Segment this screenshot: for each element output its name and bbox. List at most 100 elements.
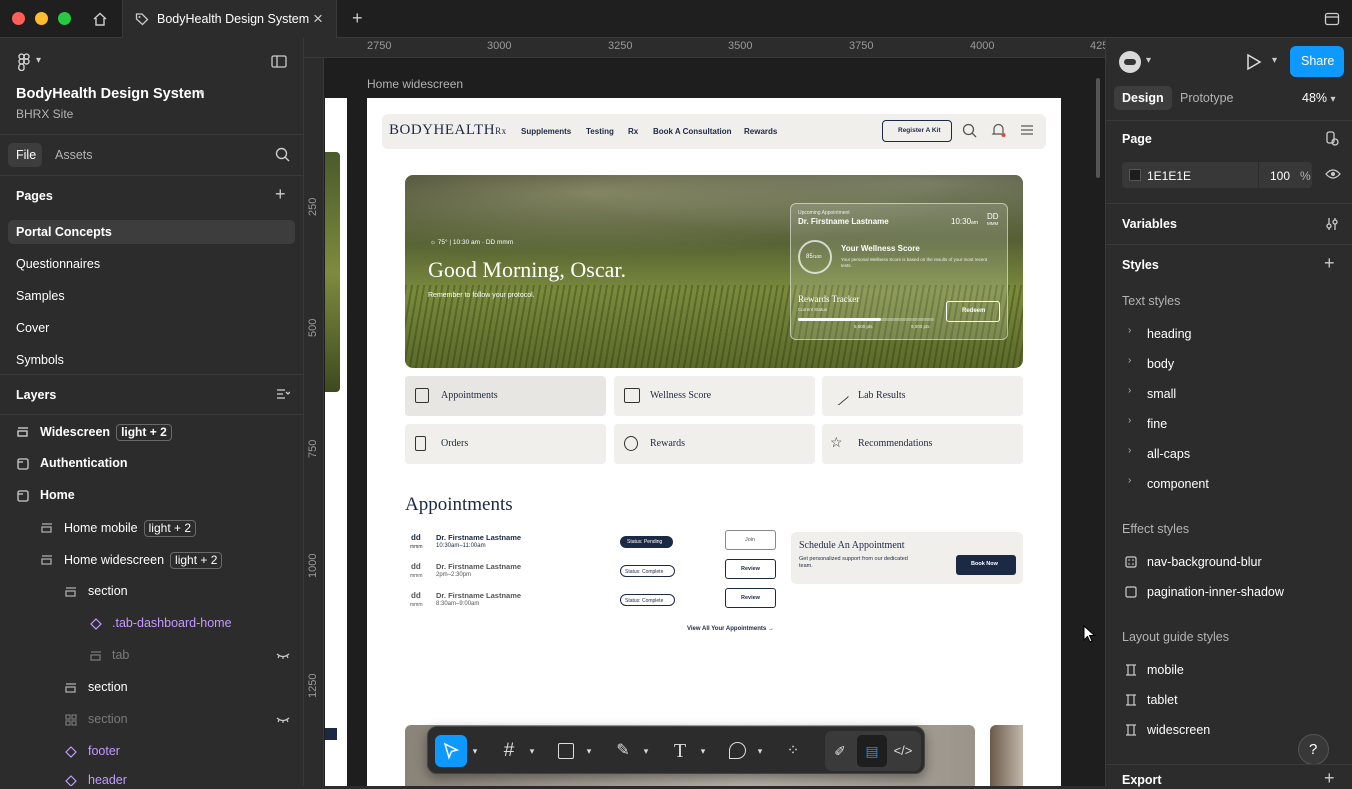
bell-icon[interactable] bbox=[991, 122, 1006, 138]
hidden-eye-icon[interactable] bbox=[276, 716, 290, 724]
move-tool-button[interactable] bbox=[435, 735, 467, 767]
text-style-body[interactable]: › body bbox=[1106, 350, 1352, 378]
text-style-heading[interactable]: › heading bbox=[1106, 320, 1352, 348]
mobile-frame[interactable] bbox=[325, 98, 347, 786]
page-item-symbols[interactable]: Symbols bbox=[16, 353, 64, 367]
actions-icon[interactable]: ⁘ bbox=[780, 735, 806, 767]
text-style-small[interactable]: › small bbox=[1106, 380, 1352, 408]
design-mode-icon[interactable]: ▤ bbox=[857, 735, 887, 767]
variables-icon[interactable] bbox=[1325, 217, 1339, 231]
layer-header[interactable]: header bbox=[0, 774, 304, 786]
file-tab[interactable]: BodyHealth Design System × bbox=[122, 0, 337, 38]
register-kit-button[interactable]: Register A Kit bbox=[882, 120, 952, 142]
page-opacity[interactable]: 100 bbox=[1270, 169, 1290, 183]
layer-widescreen[interactable]: Widescreen light + 2 bbox=[0, 422, 304, 444]
text-style-component[interactable]: › component bbox=[1106, 470, 1352, 498]
layer-home[interactable]: Home bbox=[0, 486, 304, 508]
review-button[interactable]: Review bbox=[725, 588, 776, 608]
page-item-samples[interactable]: Samples bbox=[16, 289, 65, 303]
tab-assets[interactable]: Assets bbox=[55, 148, 93, 162]
page-item-questionnaires[interactable]: Questionnaires bbox=[16, 257, 100, 271]
search-icon[interactable] bbox=[275, 147, 290, 162]
nav-book-consultation[interactable]: Book A Consultation bbox=[653, 127, 732, 136]
tile-appointments[interactable]: Appointments bbox=[405, 376, 606, 416]
tile-orders[interactable]: Orders bbox=[405, 424, 606, 464]
tile-lab-results[interactable]: Lab Results bbox=[822, 376, 1023, 416]
new-tab-icon[interactable]: + bbox=[352, 8, 363, 29]
text-style-all-caps[interactable]: › all-caps bbox=[1106, 440, 1352, 468]
draw-mode-icon[interactable]: ✐ bbox=[827, 735, 853, 767]
layer-tab-dashboard-home[interactable]: .tab-dashboard-home bbox=[0, 614, 304, 636]
page-item-portal-concepts[interactable]: Portal Concepts bbox=[8, 220, 295, 244]
tab-prototype[interactable]: Prototype bbox=[1180, 91, 1234, 105]
play-icon[interactable] bbox=[1246, 53, 1262, 71]
panel-toggle-icon[interactable] bbox=[271, 55, 287, 68]
text-tool-icon[interactable]: T bbox=[667, 735, 693, 767]
pen-tool-icon[interactable]: ✎ bbox=[610, 735, 636, 767]
page-color-field[interactable]: 1E1E1E 100 % bbox=[1122, 162, 1312, 188]
chevron-down-icon[interactable]: ▾ bbox=[470, 735, 480, 767]
share-button[interactable]: Share bbox=[1290, 46, 1344, 77]
redeem-button[interactable]: Redeem bbox=[946, 301, 1000, 322]
help-button[interactable]: ? bbox=[1298, 734, 1329, 765]
maximize-window-button[interactable] bbox=[58, 12, 71, 25]
chevron-down-icon[interactable]: ▾ bbox=[1146, 55, 1151, 66]
avatar[interactable] bbox=[1119, 51, 1141, 73]
nav-supplements[interactable]: Supplements bbox=[521, 127, 571, 136]
menu-icon[interactable] bbox=[1020, 125, 1034, 135]
frame-tool-icon[interactable]: # bbox=[496, 735, 522, 767]
sidebar-toggle-icon[interactable] bbox=[1324, 11, 1340, 27]
chevron-down-icon[interactable]: ▾ bbox=[36, 55, 41, 66]
layout-style-mobile[interactable]: mobile bbox=[1106, 656, 1352, 684]
tile-rewards[interactable]: Rewards bbox=[614, 424, 815, 464]
nav-rx[interactable]: Rx bbox=[628, 127, 638, 136]
file-name[interactable]: BodyHealth Design System bbox=[16, 86, 205, 102]
canvas[interactable]: 2750 3000 3250 3500 3750 4000 425 250 50… bbox=[304, 38, 1105, 786]
review-button[interactable]: Review bbox=[725, 559, 776, 579]
close-window-button[interactable] bbox=[12, 12, 25, 25]
chevron-down-icon[interactable]: ▾ bbox=[199, 88, 204, 99]
chevron-down-icon[interactable]: ▾ bbox=[584, 735, 594, 767]
add-style-icon[interactable]: + bbox=[1324, 253, 1335, 274]
chevron-down-icon[interactable]: ▾ bbox=[1272, 55, 1277, 66]
text-style-fine[interactable]: › fine bbox=[1106, 410, 1352, 438]
tab-file[interactable]: File bbox=[8, 143, 42, 167]
tile-wellness-score[interactable]: Wellness Score bbox=[614, 376, 815, 416]
eye-icon[interactable] bbox=[1325, 168, 1341, 180]
page-settings-icon[interactable] bbox=[1325, 131, 1339, 146]
layer-section[interactable]: section bbox=[0, 678, 304, 700]
chevron-down-icon[interactable]: ▾ bbox=[755, 735, 765, 767]
color-swatch[interactable] bbox=[1129, 169, 1141, 181]
nav-testing[interactable]: Testing bbox=[586, 127, 614, 136]
hidden-eye-icon[interactable] bbox=[276, 652, 290, 660]
effect-style-nav-background-blur[interactable]: nav-background-blur bbox=[1106, 548, 1352, 576]
shape-tool-button[interactable] bbox=[553, 735, 579, 767]
collapse-layers-icon[interactable] bbox=[276, 388, 290, 400]
nav-rewards[interactable]: Rewards bbox=[744, 127, 777, 136]
tile-recommendations[interactable]: ☆ Recommendations bbox=[822, 424, 1023, 464]
canvas-scrollbar[interactable] bbox=[1096, 78, 1100, 178]
layer-tab[interactable]: tab bbox=[0, 646, 304, 668]
frame-label[interactable]: Home widescreen bbox=[367, 77, 463, 91]
effect-style-pagination-inner-shadow[interactable]: pagination-inner-shadow bbox=[1106, 578, 1352, 606]
page-item-cover[interactable]: Cover bbox=[16, 321, 49, 335]
figma-menu-icon[interactable] bbox=[16, 53, 32, 71]
layer-authentication[interactable]: Authentication bbox=[0, 454, 304, 476]
tab-design[interactable]: Design bbox=[1114, 86, 1172, 110]
join-button[interactable]: Join bbox=[725, 530, 776, 550]
chevron-down-icon[interactable]: ▾ bbox=[527, 735, 537, 767]
chevron-down-icon[interactable]: ▾ bbox=[698, 735, 708, 767]
book-now-button[interactable]: Book Now bbox=[956, 555, 1016, 575]
chevron-down-icon[interactable]: ▾ bbox=[641, 735, 651, 767]
layer-home-mobile[interactable]: Home mobile light + 2 bbox=[0, 518, 304, 540]
layout-style-tablet[interactable]: tablet bbox=[1106, 686, 1352, 714]
minimize-window-button[interactable] bbox=[35, 12, 48, 25]
layer-section[interactable]: section bbox=[0, 710, 304, 732]
close-tab-icon[interactable]: × bbox=[313, 9, 323, 29]
zoom-level[interactable]: 48% ▾ bbox=[1302, 91, 1336, 105]
view-all-link[interactable]: View All Your Appointments → bbox=[687, 626, 774, 632]
search-icon[interactable] bbox=[962, 123, 977, 138]
add-page-icon[interactable]: + bbox=[275, 184, 286, 205]
comment-tool-button[interactable] bbox=[724, 735, 750, 767]
dev-mode-icon[interactable]: </> bbox=[889, 735, 917, 767]
